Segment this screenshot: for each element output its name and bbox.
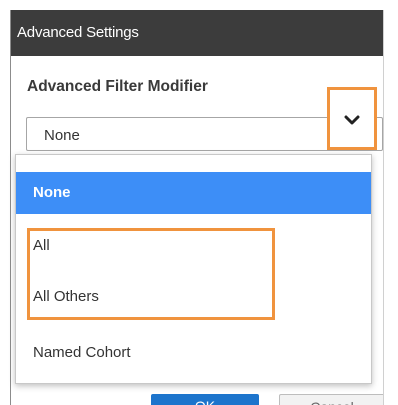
dropdown-toggle-button[interactable] xyxy=(327,87,377,150)
ok-button[interactable]: OK xyxy=(151,394,259,405)
chevron-down-icon xyxy=(344,115,360,125)
advanced-filter-modifier-label: Advanced Filter Modifier xyxy=(27,78,208,95)
highlight-annotation xyxy=(27,228,275,320)
cancel-button[interactable]: Cancel xyxy=(279,394,383,405)
option-named-cohort[interactable]: Named Cohort xyxy=(16,332,371,374)
dialog-title: Advanced Settings xyxy=(11,10,383,56)
select-current-value: None xyxy=(44,127,80,144)
option-none[interactable]: None xyxy=(16,172,371,214)
